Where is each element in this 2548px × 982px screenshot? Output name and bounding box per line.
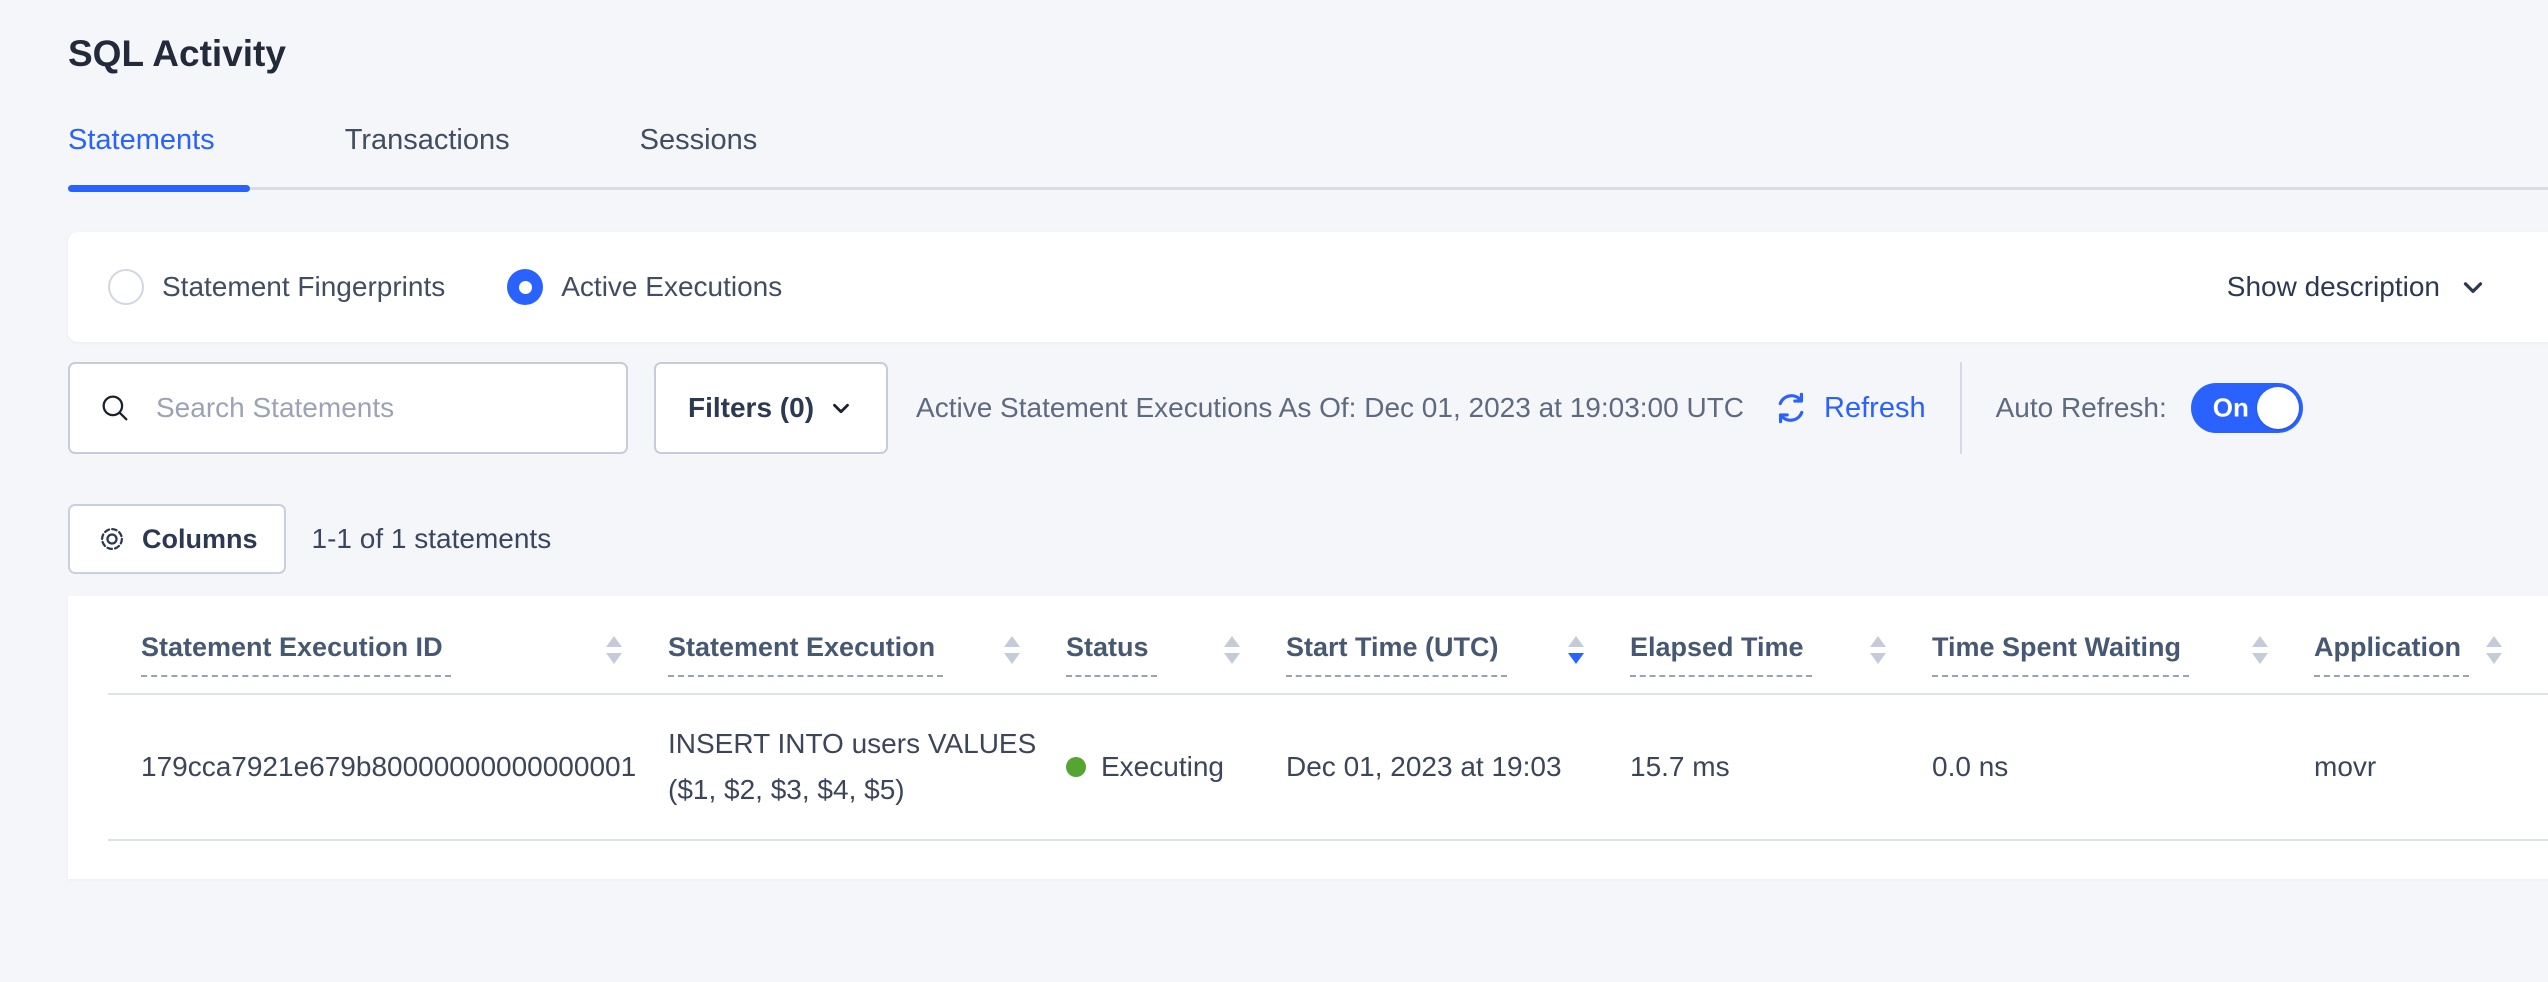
column-header-statement-execution-id[interactable]: Statement Execution ID: [68, 632, 668, 677]
chevron-down-icon: [828, 395, 854, 421]
table-header-row: Statement Execution ID Statement Executi…: [68, 632, 2548, 677]
cell-application: movr: [2314, 751, 2548, 783]
column-header-elapsed-time[interactable]: Elapsed Time: [1630, 632, 1932, 677]
sort-icon[interactable]: [2252, 632, 2268, 664]
row-divider: [108, 839, 2548, 841]
refresh-icon: [1772, 389, 1810, 427]
toggle-state-label: On: [2213, 393, 2249, 424]
radio-selected-icon[interactable]: [507, 269, 543, 305]
gear-icon: [96, 523, 128, 555]
radio-unselected-icon[interactable]: [108, 269, 144, 305]
columns-button-label: Columns: [142, 524, 258, 555]
sort-icon-active-desc[interactable]: [1568, 632, 1584, 664]
column-header-status[interactable]: Status: [1066, 632, 1286, 677]
tab-transactions[interactable]: Transactions: [345, 124, 545, 187]
search-icon: [98, 391, 132, 425]
sort-icon[interactable]: [2486, 632, 2502, 664]
refresh-label: Refresh: [1824, 392, 1926, 425]
tab-bar: Statements Transactions Sessions: [68, 124, 2548, 190]
tab-statements[interactable]: Statements: [68, 124, 250, 187]
table-row[interactable]: 179cca7921e679b80000000000000001 INSERT …: [68, 695, 2548, 839]
divider: [1960, 362, 1962, 454]
show-description-toggle[interactable]: Show description: [2227, 271, 2488, 303]
statements-table: Statement Execution ID Statement Executi…: [68, 596, 2548, 879]
search-box[interactable]: [68, 362, 628, 454]
auto-refresh-label: Auto Refresh:: [1996, 392, 2167, 424]
toggle-knob[interactable]: [2257, 387, 2299, 429]
refresh-button[interactable]: Refresh: [1772, 389, 1926, 427]
view-mode-card: Statement Fingerprints Active Executions…: [68, 232, 2548, 342]
auto-refresh-toggle[interactable]: On: [2191, 383, 2303, 433]
result-count: 1-1 of 1 statements: [312, 523, 552, 555]
filters-label: Filters (0): [688, 392, 814, 424]
chevron-down-icon: [2458, 272, 2488, 302]
cell-execution-id[interactable]: 179cca7921e679b80000000000000001: [68, 751, 668, 783]
tab-sessions[interactable]: Sessions: [640, 124, 793, 187]
sql-activity-page: SQL Activity Statements Transactions Ses…: [0, 0, 2548, 982]
filters-button[interactable]: Filters (0): [654, 362, 888, 454]
cell-statement[interactable]: INSERT INTO users VALUES ($1, $2, $3, $4…: [668, 721, 1066, 813]
status-dot-icon: [1066, 757, 1086, 777]
radio-label: Active Executions: [561, 271, 782, 303]
radio-statement-fingerprints[interactable]: Statement Fingerprints: [108, 269, 445, 305]
radio-active-executions[interactable]: Active Executions: [507, 269, 782, 305]
status-label: Executing: [1101, 751, 1224, 783]
column-header-start-time[interactable]: Start Time (UTC): [1286, 632, 1630, 677]
sort-icon[interactable]: [1004, 632, 1020, 664]
toolbar: Filters (0) Active Statement Executions …: [68, 362, 2548, 454]
table-controls: Columns 1-1 of 1 statements: [68, 504, 2548, 574]
columns-button[interactable]: Columns: [68, 504, 286, 574]
column-header-application[interactable]: Application: [2314, 632, 2548, 677]
cell-start-time: Dec 01, 2023 at 19:03: [1286, 751, 1630, 783]
search-input[interactable]: [154, 391, 610, 425]
cell-elapsed-time: 15.7 ms: [1630, 751, 1932, 783]
column-header-time-spent-waiting[interactable]: Time Spent Waiting: [1932, 632, 2314, 677]
as-of-timestamp: Active Statement Executions As Of: Dec 0…: [916, 392, 1744, 424]
show-description-label: Show description: [2227, 271, 2440, 303]
sort-icon[interactable]: [1870, 632, 1886, 664]
sort-icon[interactable]: [1224, 632, 1240, 664]
column-header-statement-execution[interactable]: Statement Execution: [668, 632, 1066, 677]
page-title: SQL Activity: [68, 0, 2548, 78]
radio-label: Statement Fingerprints: [162, 271, 445, 303]
cell-status: Executing: [1066, 751, 1286, 783]
sort-icon[interactable]: [606, 632, 622, 664]
cell-time-spent-waiting: 0.0 ns: [1932, 751, 2314, 783]
